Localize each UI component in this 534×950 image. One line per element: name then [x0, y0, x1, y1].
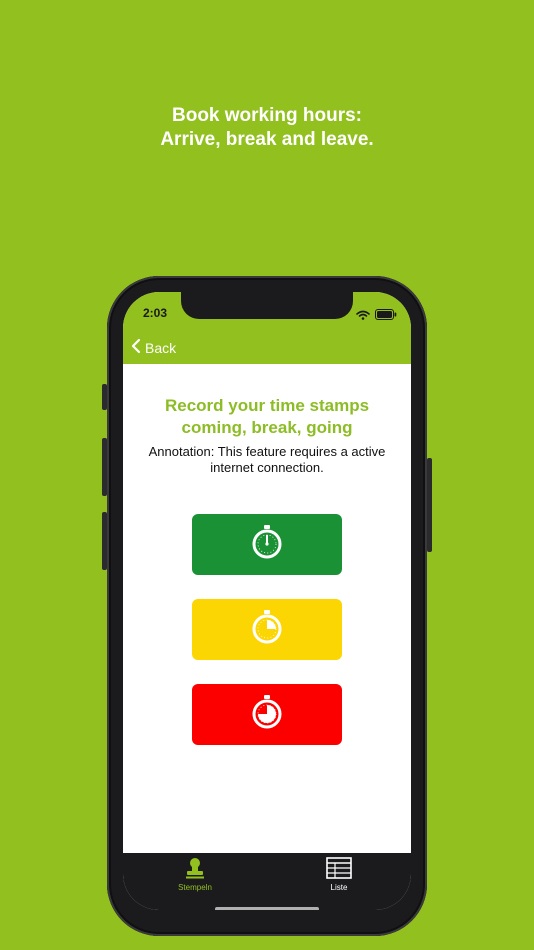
- promo-headline: Book working hours: Arrive, break and le…: [0, 104, 534, 152]
- chevron-left-icon: [131, 338, 141, 357]
- stopwatch-three-quarter-icon: [250, 694, 284, 735]
- headline-line-1: Book working hours:: [172, 105, 362, 126]
- status-icons: [356, 307, 397, 325]
- phone-mute-switch: [102, 384, 107, 410]
- phone-volume-up-button: [102, 438, 107, 496]
- tab-stempeln[interactable]: Stempeln: [145, 857, 245, 892]
- tab-stempeln-label: Stempeln: [178, 883, 212, 892]
- main-content: Record your time stamps coming, break, g…: [123, 364, 411, 853]
- stopwatch-icon: [250, 524, 284, 565]
- back-label: Back: [145, 339, 177, 356]
- stopwatch-quarter-icon: [250, 609, 284, 650]
- coming-button[interactable]: [192, 514, 342, 575]
- phone-screen: 2:03 Back Record your time stamps coming…: [123, 292, 411, 910]
- phone-power-button: [427, 458, 432, 552]
- navigation-header: 2:03 Back: [123, 292, 411, 364]
- back-button[interactable]: Back: [131, 338, 176, 357]
- tab-liste[interactable]: Liste: [289, 857, 389, 892]
- title-line-2: coming, break, going: [181, 418, 353, 437]
- tab-bar: Stempeln Liste: [123, 853, 411, 910]
- tab-liste-label: Liste: [330, 883, 348, 892]
- annotation-text: Annotation: This feature requires a acti…: [123, 444, 411, 476]
- headline-line-2: Arrive, break and leave.: [160, 129, 374, 150]
- going-button[interactable]: [192, 684, 342, 745]
- break-button[interactable]: [192, 599, 342, 660]
- wifi-icon: [356, 307, 370, 325]
- phone-volume-down-button: [102, 512, 107, 570]
- battery-icon: [375, 307, 397, 325]
- annotation-line-2: internet connection.: [210, 460, 324, 475]
- page-title: Record your time stamps coming, break, g…: [123, 395, 411, 439]
- status-time: 2:03: [143, 306, 168, 320]
- phone-notch: [181, 292, 353, 319]
- annotation-line-1: Annotation: This feature requires a acti…: [148, 444, 386, 459]
- stamp-icon: [184, 857, 206, 881]
- title-line-1: Record your time stamps: [164, 396, 370, 415]
- home-indicator: [215, 907, 319, 910]
- table-icon: [326, 857, 352, 881]
